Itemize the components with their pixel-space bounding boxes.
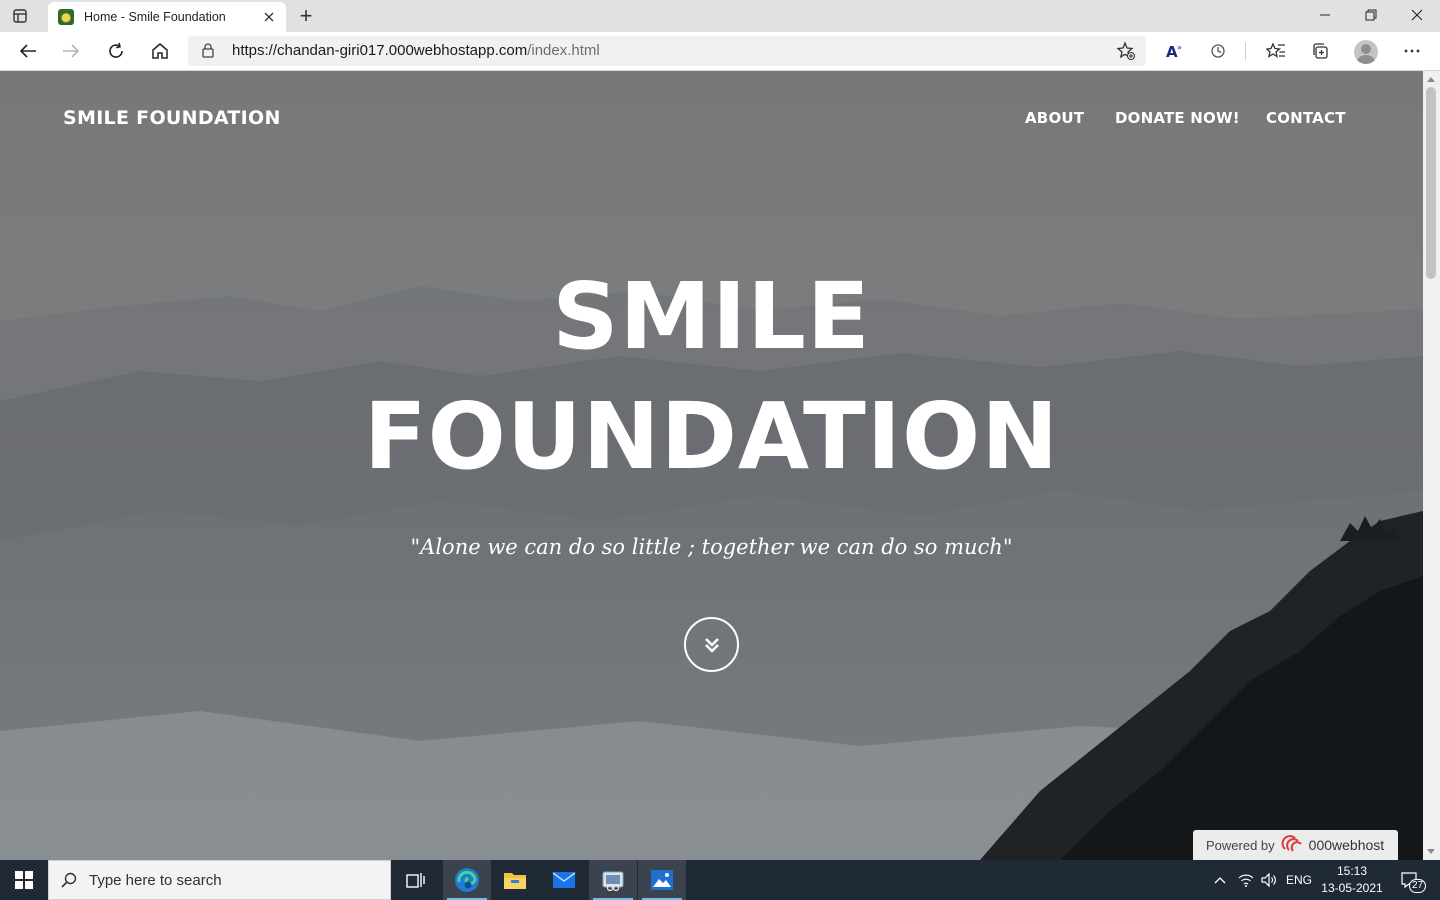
scroll-down-arrow-icon[interactable] <box>1427 849 1435 854</box>
nav-donate[interactable]: DONATE NOW! <box>1115 109 1240 127</box>
photos-icon[interactable] <box>638 860 686 900</box>
scroll-down-button[interactable] <box>684 617 739 672</box>
refresh-icon[interactable] <box>101 37 131 65</box>
notification-count: 27 <box>1409 879 1427 893</box>
notification-icon[interactable]: 27 <box>1396 860 1427 900</box>
page-scrollbar[interactable] <box>1423 71 1440 860</box>
hero-title-line2: FOUNDATION <box>363 383 1060 490</box>
network-icon[interactable] <box>1234 860 1258 900</box>
more-icon[interactable] <box>1397 37 1427 65</box>
nav-about[interactable]: ABOUT <box>1025 109 1084 127</box>
edge-icon[interactable] <box>443 860 491 900</box>
file-explorer-icon[interactable] <box>491 860 539 900</box>
webhost-logo-icon <box>1281 834 1305 856</box>
page-hero: SMILE FOUNDATION ABOUT DONATE NOW! CONTA… <box>0 71 1423 860</box>
taskbar-clock[interactable]: 15:13 13-05-2021 <box>1318 863 1386 897</box>
restore-icon[interactable] <box>1348 0 1394 30</box>
volume-icon[interactable] <box>1258 860 1280 900</box>
add-favorite-icon[interactable] <box>1116 41 1136 65</box>
hero-title-line1: SMILE <box>552 263 871 370</box>
window-close-icon[interactable] <box>1394 0 1440 30</box>
search-placeholder: Type here to search <box>89 871 222 889</box>
tab-title: Home - Smile Foundation <box>84 10 226 24</box>
home-icon[interactable] <box>145 37 175 65</box>
powered-by-badge[interactable]: Powered by 000webhost <box>1193 830 1398 860</box>
powered-by-label: Powered by <box>1206 837 1275 853</box>
site-favicon-icon <box>58 9 74 25</box>
toolbar-divider <box>1245 42 1246 60</box>
powered-by-brand: 000webhost <box>1308 837 1385 853</box>
nav-contact[interactable]: CONTACT <box>1266 109 1346 127</box>
taskbar-search-input[interactable]: Type here to search <box>48 860 391 900</box>
read-aloud-icon[interactable]: A» <box>1159 37 1189 65</box>
new-tab-button[interactable]: + <box>294 3 318 28</box>
url-text: https://chandan-giri017.000webhostapp.co… <box>232 42 600 59</box>
browser-toolbar: https://chandan-giri017.000webhostapp.co… <box>0 32 1440 71</box>
search-icon <box>61 872 77 888</box>
snipping-icon[interactable] <box>589 860 637 900</box>
scroll-up-arrow-icon[interactable] <box>1427 77 1435 82</box>
tab-actions-icon[interactable] <box>10 6 30 26</box>
windows-taskbar: Type here to search ENG 15:13 13-05-2021… <box>0 860 1440 900</box>
collections-icon[interactable] <box>1305 37 1335 65</box>
favorites-icon[interactable] <box>1261 37 1291 65</box>
lock-icon[interactable] <box>202 43 214 62</box>
forward-icon <box>56 37 86 65</box>
tab-strip: Home - Smile Foundation + <box>0 0 1440 32</box>
close-icon[interactable] <box>260 8 278 26</box>
task-view-icon[interactable] <box>392 860 440 900</box>
hero-quote: "Alone we can do so little ; together we… <box>410 535 1013 559</box>
mail-icon[interactable] <box>540 860 588 900</box>
scrollbar-thumb[interactable] <box>1426 87 1436 279</box>
clock-time: 15:13 <box>1336 864 1368 878</box>
minimize-icon[interactable] <box>1302 0 1348 30</box>
site-brand[interactable]: SMILE FOUNDATION <box>63 107 281 129</box>
language-indicator[interactable]: ENG <box>1284 860 1314 900</box>
clock-date: 13-05-2021 <box>1321 881 1383 895</box>
address-bar[interactable]: https://chandan-giri017.000webhostapp.co… <box>188 36 1146 66</box>
chevron-double-down-icon <box>704 637 719 653</box>
browser-tab[interactable]: Home - Smile Foundation <box>48 2 286 32</box>
back-icon[interactable] <box>13 37 43 65</box>
avatar[interactable] <box>1354 40 1378 64</box>
svg-text:»: » <box>1177 43 1182 52</box>
chevron-up-icon[interactable] <box>1208 860 1232 900</box>
windows-icon[interactable] <box>0 860 48 900</box>
tracking-icon[interactable] <box>1203 37 1233 65</box>
